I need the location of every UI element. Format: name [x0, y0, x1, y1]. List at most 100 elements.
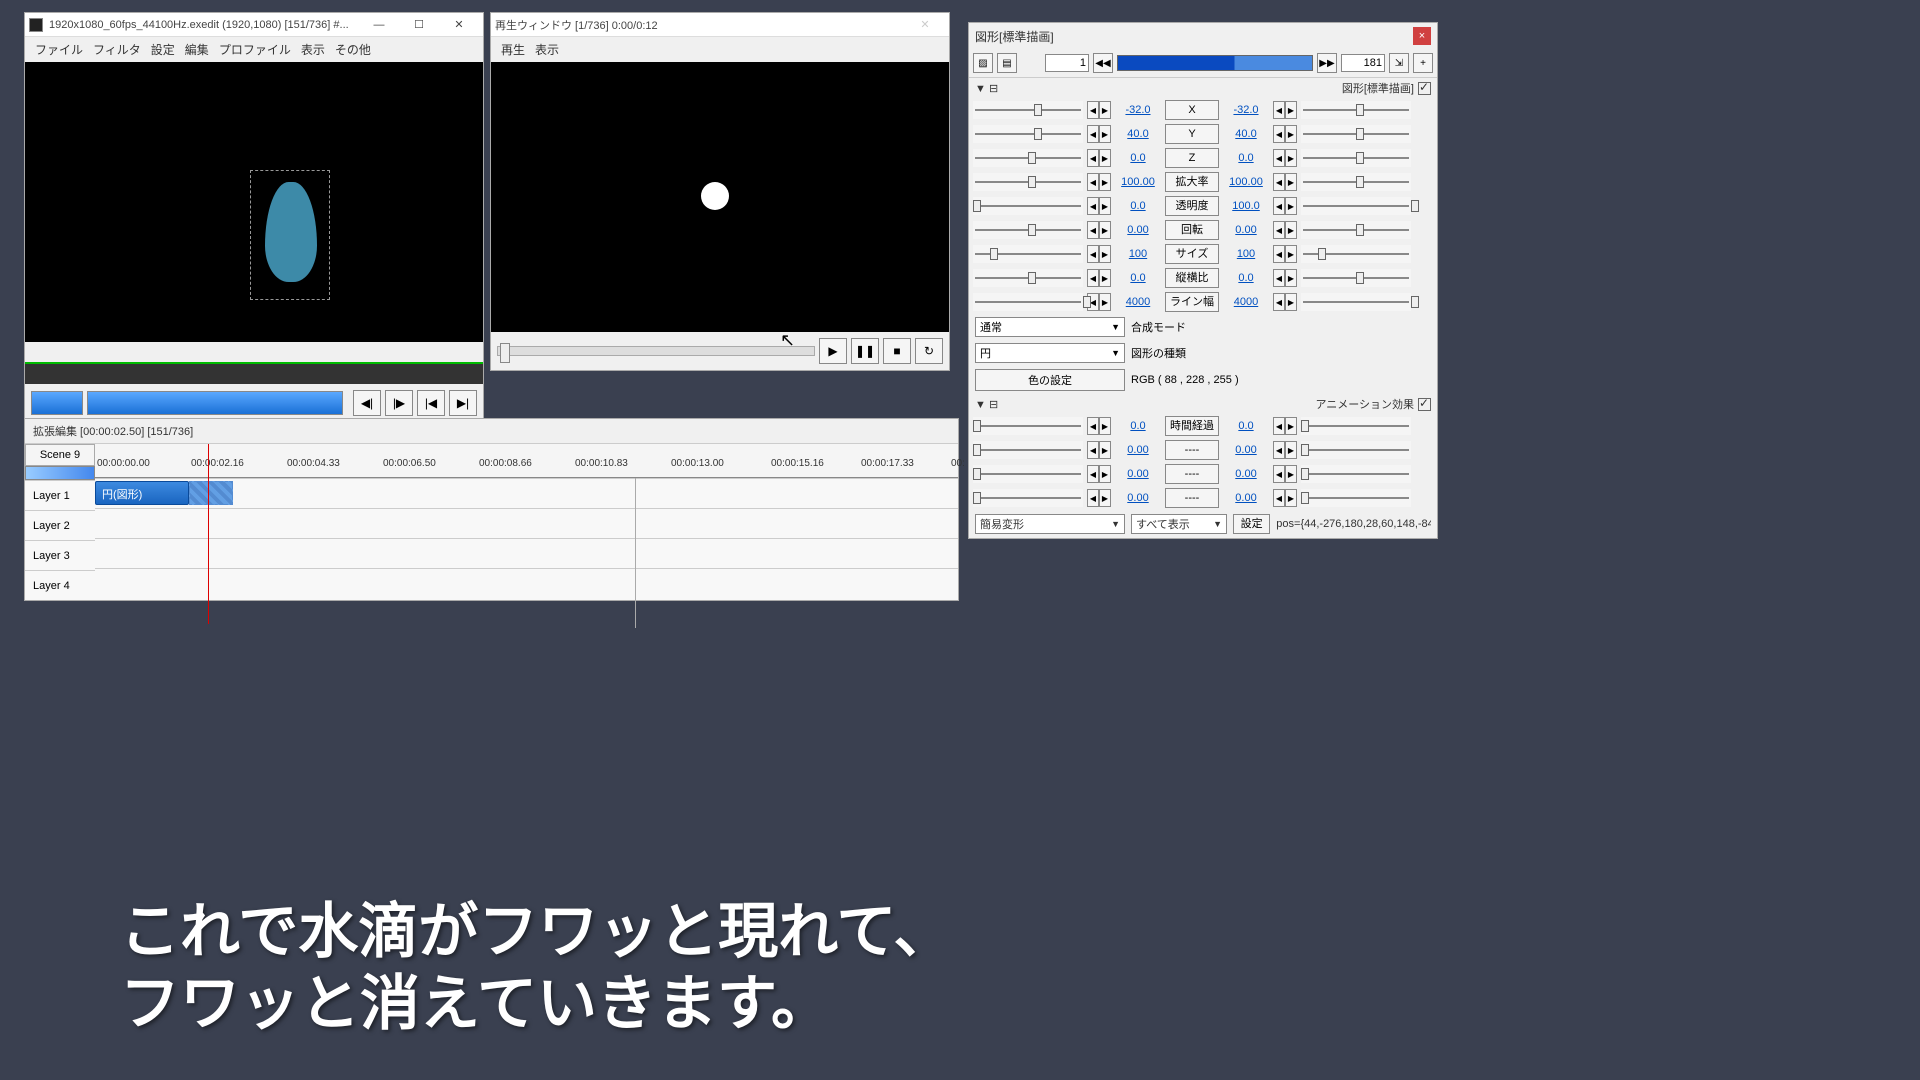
- param-Z-dec-right[interactable]: ◀: [1273, 149, 1285, 167]
- param-透明度-slider-right[interactable]: [1301, 197, 1411, 215]
- anim-0-inc-left[interactable]: ▶: [1099, 417, 1111, 435]
- scene-tab[interactable]: Scene 9: [25, 444, 95, 466]
- maximize-button[interactable]: ☐: [399, 14, 439, 36]
- menu-other[interactable]: その他: [335, 41, 371, 58]
- props-icon-3[interactable]: ⇲: [1389, 53, 1409, 73]
- param-透明度-value-left[interactable]: 0.0: [1115, 200, 1161, 212]
- anim-1-inc-left[interactable]: ▶: [1099, 441, 1111, 459]
- param-回転-value-left[interactable]: 0.00: [1115, 224, 1161, 236]
- param-回転-value-right[interactable]: 0.00: [1223, 224, 1269, 236]
- param-透明度-inc-right[interactable]: ▶: [1285, 197, 1297, 215]
- display-select[interactable]: すべて表示: [1131, 514, 1227, 534]
- frame-prev-button[interactable]: ◀◀: [1093, 53, 1113, 73]
- param-サイズ-value-right[interactable]: 100: [1223, 248, 1269, 260]
- param-Y-dec-right[interactable]: ◀: [1273, 125, 1285, 143]
- effect-select[interactable]: 簡易変形: [975, 514, 1125, 534]
- anim-3-slider-right[interactable]: [1301, 489, 1411, 507]
- play-seek-slider[interactable]: [497, 346, 815, 356]
- param-縦横比-label-button[interactable]: 縦横比: [1165, 268, 1219, 288]
- param-X-inc-right[interactable]: ▶: [1285, 101, 1297, 119]
- param-回転-dec-left[interactable]: ◀: [1087, 221, 1099, 239]
- anim-3-dec-left[interactable]: ◀: [1087, 489, 1099, 507]
- param-X-value-left[interactable]: -32.0: [1115, 104, 1161, 116]
- clip-circle-shape[interactable]: 円(図形): [95, 481, 189, 505]
- frame-slider-main[interactable]: [87, 391, 343, 415]
- menu-file[interactable]: ファイル: [35, 41, 83, 58]
- param-Z-inc-right[interactable]: ▶: [1285, 149, 1297, 167]
- anim-2-dec-left[interactable]: ◀: [1087, 465, 1099, 483]
- param-サイズ-inc-left[interactable]: ▶: [1099, 245, 1111, 263]
- param-拡大率-label-button[interactable]: 拡大率: [1165, 172, 1219, 192]
- anim-1-value-right[interactable]: 0.00: [1223, 444, 1269, 456]
- param-Z-label-button[interactable]: Z: [1165, 148, 1219, 168]
- param-ライン幅-slider-left[interactable]: [973, 293, 1083, 311]
- param-拡大率-value-left[interactable]: 100.00: [1115, 176, 1161, 188]
- param-透明度-dec-right[interactable]: ◀: [1273, 197, 1285, 215]
- param-Y-inc-left[interactable]: ▶: [1099, 125, 1111, 143]
- anim-2-value-right[interactable]: 0.00: [1223, 468, 1269, 480]
- anim-0-slider-left[interactable]: [973, 417, 1083, 435]
- anim-0-value-right[interactable]: 0.0: [1223, 420, 1269, 432]
- time-ruler[interactable]: 00:00:00.00 00:00:02.16 00:00:04.33 00:0…: [95, 444, 958, 478]
- param-透明度-value-right[interactable]: 100.0: [1223, 200, 1269, 212]
- param-Z-inc-left[interactable]: ▶: [1099, 149, 1111, 167]
- param-透明度-dec-left[interactable]: ◀: [1087, 197, 1099, 215]
- layer-4-track[interactable]: [95, 568, 958, 598]
- param-Y-slider-right[interactable]: [1301, 125, 1411, 143]
- param-Y-label-button[interactable]: Y: [1165, 124, 1219, 144]
- anim-0-dec-right[interactable]: ◀: [1273, 417, 1285, 435]
- anim-1-dec-right[interactable]: ◀: [1273, 441, 1285, 459]
- param-Y-dec-left[interactable]: ◀: [1087, 125, 1099, 143]
- loop-button[interactable]: ↻: [915, 338, 943, 364]
- param-Y-slider-left[interactable]: [973, 125, 1083, 143]
- param-ライン幅-slider-right[interactable]: [1301, 293, 1411, 311]
- param-X-slider-left[interactable]: [973, 101, 1083, 119]
- frame-start-input[interactable]: [1045, 54, 1089, 72]
- anim-3-value-right[interactable]: 0.00: [1223, 492, 1269, 504]
- param-X-value-right[interactable]: -32.0: [1223, 104, 1269, 116]
- param-サイズ-dec-right[interactable]: ◀: [1273, 245, 1285, 263]
- props-icon-2[interactable]: ▤: [997, 53, 1017, 73]
- param-Z-slider-left[interactable]: [973, 149, 1083, 167]
- first-frame-button[interactable]: |◀: [417, 390, 445, 416]
- param-拡大率-dec-right[interactable]: ◀: [1273, 173, 1285, 191]
- param-Z-value-left[interactable]: 0.0: [1115, 152, 1161, 164]
- menu-view[interactable]: 表示: [301, 41, 325, 58]
- frame-slider-small[interactable]: [31, 391, 83, 415]
- props-close-button[interactable]: ×: [1413, 27, 1431, 45]
- props-icon-1[interactable]: ▨: [973, 53, 993, 73]
- anim-1-slider-left[interactable]: [973, 441, 1083, 459]
- anim-1-value-left[interactable]: 0.00: [1115, 444, 1161, 456]
- props-add-button[interactable]: +: [1413, 53, 1433, 73]
- anim-0-label-button[interactable]: 時間経過: [1165, 416, 1219, 436]
- param-サイズ-value-left[interactable]: 100: [1115, 248, 1161, 260]
- param-X-dec-left[interactable]: ◀: [1087, 101, 1099, 119]
- param-縦横比-dec-right[interactable]: ◀: [1273, 269, 1285, 287]
- blend-mode-select[interactable]: 通常: [975, 317, 1125, 337]
- param-Y-value-right[interactable]: 40.0: [1223, 128, 1269, 140]
- section-toggle-1[interactable]: ▼ ⊟: [975, 82, 998, 95]
- anim-2-label-button[interactable]: ----: [1165, 464, 1219, 484]
- param-拡大率-inc-left[interactable]: ▶: [1099, 173, 1111, 191]
- anim-2-dec-right[interactable]: ◀: [1273, 465, 1285, 483]
- play-menu-play[interactable]: 再生: [501, 41, 525, 58]
- anim-2-slider-right[interactable]: [1301, 465, 1411, 483]
- param-Y-inc-right[interactable]: ▶: [1285, 125, 1297, 143]
- anim-1-label-button[interactable]: ----: [1165, 440, 1219, 460]
- playhead[interactable]: [208, 444, 209, 624]
- param-透明度-inc-left[interactable]: ▶: [1099, 197, 1111, 215]
- param-拡大率-value-right[interactable]: 100.00: [1223, 176, 1269, 188]
- param-回転-slider-right[interactable]: [1301, 221, 1411, 239]
- param-ライン幅-inc-left[interactable]: ▶: [1099, 293, 1111, 311]
- param-ライン幅-value-right[interactable]: 4000: [1223, 296, 1269, 308]
- play-titlebar[interactable]: 再生ウィンドウ [1/736] 0:00/0:12 ✕: [491, 13, 949, 37]
- anim-0-inc-right[interactable]: ▶: [1285, 417, 1297, 435]
- param-サイズ-inc-right[interactable]: ▶: [1285, 245, 1297, 263]
- play-close-button[interactable]: ✕: [905, 14, 945, 36]
- param-Y-value-left[interactable]: 40.0: [1115, 128, 1161, 140]
- param-X-dec-right[interactable]: ◀: [1273, 101, 1285, 119]
- param-回転-inc-left[interactable]: ▶: [1099, 221, 1111, 239]
- param-拡大率-inc-right[interactable]: ▶: [1285, 173, 1297, 191]
- section-toggle-2[interactable]: ▼ ⊟: [975, 398, 998, 411]
- anim-1-inc-right[interactable]: ▶: [1285, 441, 1297, 459]
